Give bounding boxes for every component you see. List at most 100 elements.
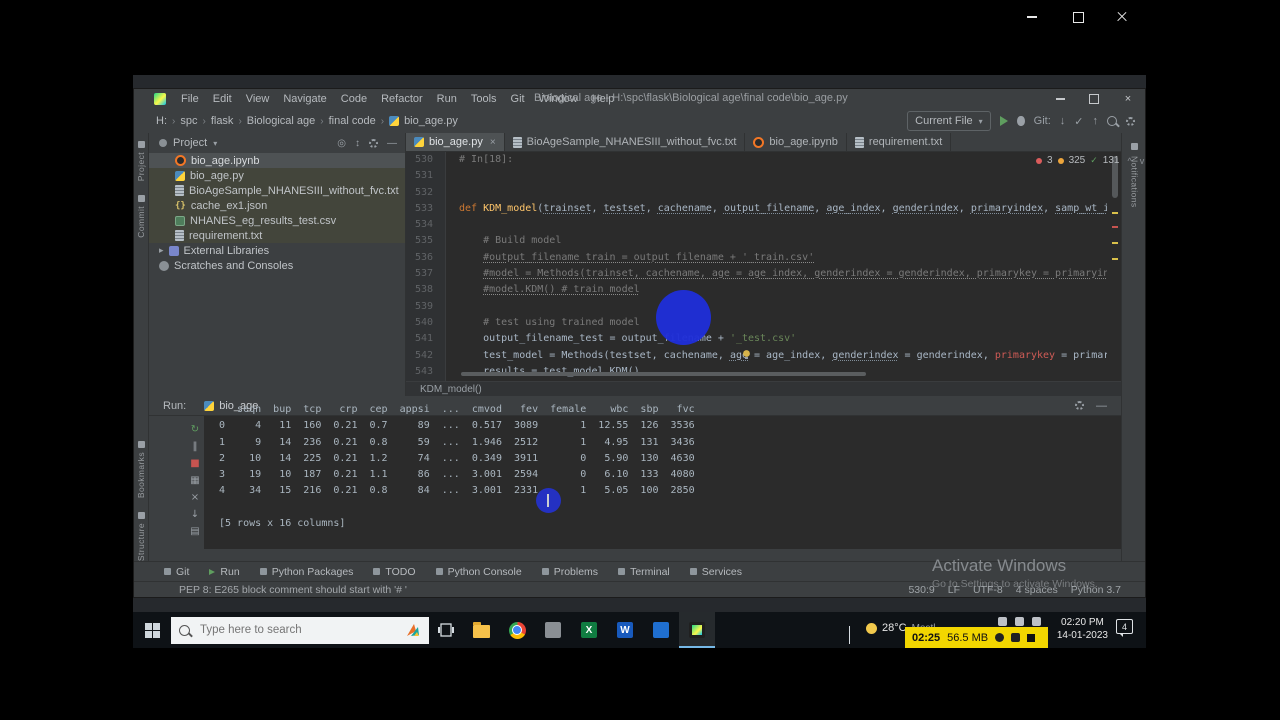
run-console[interactable]: seqn bup tcp crp cep appsi ... cmvod fev… bbox=[219, 402, 1091, 547]
toolwindow-git[interactable]: Git bbox=[164, 566, 189, 578]
stripe-tab-structure[interactable]: Structure bbox=[136, 512, 146, 561]
stop-record-icon[interactable] bbox=[1027, 633, 1036, 642]
tray-show-hidden-icons[interactable] bbox=[849, 626, 850, 645]
pause-icon[interactable]: ‖ bbox=[188, 439, 202, 453]
breadcrumb-item[interactable]: spc bbox=[180, 115, 197, 127]
git-update-icon[interactable]: ↓ bbox=[1060, 115, 1066, 127]
prev-problem-icon[interactable]: ^ bbox=[1127, 156, 1131, 166]
search-icon[interactable] bbox=[1107, 116, 1117, 126]
status-segment[interactable]: UTF-8 bbox=[973, 584, 1003, 596]
menu-item-refactor[interactable]: Refactor bbox=[374, 93, 430, 105]
start-button[interactable] bbox=[133, 612, 171, 648]
breadcrumb-item[interactable]: Biological age bbox=[247, 115, 316, 127]
task-view-button[interactable] bbox=[429, 612, 463, 648]
project-item[interactable]: {} cache_ex1.json bbox=[149, 198, 405, 213]
stripe-tab-commit[interactable]: Commit bbox=[136, 195, 146, 238]
project-item[interactable]: bio_age.py bbox=[149, 168, 405, 183]
expand-collapse-icon[interactable]: ↕ bbox=[355, 138, 360, 149]
mic-icon[interactable] bbox=[995, 633, 1005, 642]
run-configuration-dropdown[interactable]: Current File ▾ bbox=[907, 111, 991, 131]
video-close-button[interactable] bbox=[1100, 4, 1144, 30]
menu-item-view[interactable]: View bbox=[239, 93, 277, 105]
taskbar-file-explorer[interactable] bbox=[463, 612, 499, 648]
tab-bio_age.py[interactable]: bio_age.py × bbox=[406, 133, 505, 151]
intention-bulb-icon[interactable] bbox=[741, 349, 752, 360]
taskbar-excel[interactable]: X bbox=[571, 612, 607, 648]
webcam-icon[interactable] bbox=[1011, 633, 1021, 642]
breadcrumb-item[interactable]: H: bbox=[156, 115, 167, 127]
settings-gear-icon[interactable] bbox=[1126, 116, 1135, 126]
project-item[interactable]: BioAgeSample_NHANESIII_without_fvc.txt bbox=[149, 183, 405, 198]
print-icon[interactable]: ▤ bbox=[188, 524, 202, 538]
project-item[interactable]: NHANES_eg_results_test.csv bbox=[149, 213, 405, 228]
breadcrumb-method[interactable]: KDM_model() bbox=[420, 384, 482, 395]
toolwindow-terminal[interactable]: Terminal bbox=[618, 566, 670, 578]
tab-BioAgeSample_NHANESIII_without_fvc.txt[interactable]: BioAgeSample_NHANESIII_without_fvc.txt bbox=[505, 133, 746, 151]
next-problem-icon[interactable]: v bbox=[1140, 156, 1145, 166]
ide-close-button[interactable]: × bbox=[1111, 89, 1145, 109]
code-editor[interactable]: 530 531 532 533 534 535 536 537 538 539 540 541 542 5… bbox=[406, 152, 1121, 381]
toolwindow-todo[interactable]: TODO bbox=[373, 566, 416, 578]
clear-icon[interactable]: × bbox=[188, 490, 202, 504]
project-panel-header[interactable]: Project ▾ ◎ ↕ — bbox=[149, 133, 405, 153]
project-item[interactable]: bio_age.ipynb bbox=[149, 153, 405, 168]
tab-requirement.txt[interactable]: requirement.txt bbox=[847, 133, 952, 151]
project-item[interactable]: requirement.txt bbox=[149, 228, 405, 243]
battery-icon[interactable] bbox=[1032, 617, 1041, 626]
scroll-to-end-icon[interactable]: ↓ bbox=[188, 507, 202, 521]
debug-icon[interactable] bbox=[1016, 116, 1025, 126]
menu-item-edit[interactable]: Edit bbox=[206, 93, 239, 105]
taskbar-app-gray[interactable] bbox=[535, 612, 571, 648]
inspections-widget[interactable]: 3 325 ✓ 131 ^ v bbox=[1036, 155, 1144, 166]
status-segment[interactable]: LF bbox=[948, 584, 960, 596]
ide-maximize-button[interactable] bbox=[1077, 89, 1111, 109]
menu-item-navigate[interactable]: Navigate bbox=[276, 93, 333, 105]
toolwindow-services[interactable]: Services bbox=[689, 566, 742, 578]
hide-panel-icon[interactable]: — bbox=[387, 138, 397, 149]
toolwindow-python-packages[interactable]: Python Packages bbox=[259, 566, 353, 578]
stop-icon[interactable]: ■ bbox=[188, 456, 202, 470]
stripe-tab-bookmarks[interactable]: Bookmarks bbox=[136, 441, 146, 498]
hide-run-panel-icon[interactable]: — bbox=[1096, 400, 1107, 412]
menu-item-run[interactable]: Run bbox=[430, 93, 464, 105]
close-icon[interactable]: × bbox=[490, 137, 496, 148]
search-input[interactable] bbox=[198, 623, 372, 637]
project-item[interactable]: ▸ External Libraries bbox=[149, 243, 405, 258]
menu-item-tools[interactable]: Tools bbox=[464, 93, 504, 105]
menu-item-code[interactable]: Code bbox=[334, 93, 374, 105]
tab-bio_age.ipynb[interactable]: bio_age.ipynb bbox=[745, 133, 847, 151]
vertical-scrollbar[interactable] bbox=[1111, 154, 1119, 379]
project-item[interactable]: Scratches and Consoles bbox=[149, 258, 405, 273]
taskbar-word[interactable]: W bbox=[607, 612, 643, 648]
restore-layout-icon[interactable]: ▦ bbox=[188, 473, 202, 487]
run-icon[interactable] bbox=[999, 116, 1008, 126]
taskbar-search-box[interactable] bbox=[171, 616, 429, 644]
status-segment[interactable]: 530:9 bbox=[908, 584, 934, 596]
notifications-icon[interactable] bbox=[1131, 143, 1138, 150]
breadcrumb-item[interactable]: final code bbox=[329, 115, 376, 127]
horizontal-scrollbar[interactable] bbox=[461, 372, 866, 376]
locate-file-icon[interactable]: ◎ bbox=[337, 138, 346, 149]
status-segment[interactable]: Python 3.7 bbox=[1071, 584, 1121, 596]
toolwindow-run[interactable]: Run bbox=[209, 566, 240, 578]
stripe-tab-project[interactable]: Project bbox=[136, 141, 146, 181]
panel-settings-icon[interactable] bbox=[369, 138, 378, 148]
breadcrumb-item[interactable]: bio_age.py bbox=[404, 115, 458, 127]
network-icon[interactable] bbox=[1015, 617, 1024, 626]
menu-item-file[interactable]: File bbox=[174, 93, 206, 105]
git-push-icon[interactable]: ↑ bbox=[1093, 115, 1099, 127]
taskbar-clock[interactable]: 02:20 PM 14-01-2023 bbox=[1057, 616, 1108, 642]
taskbar-pycharm[interactable] bbox=[679, 612, 715, 648]
rerun-icon[interactable]: ↻ bbox=[188, 422, 202, 436]
taskbar-app-blue[interactable] bbox=[643, 612, 679, 648]
toolwindow-python-console[interactable]: Python Console bbox=[435, 566, 522, 578]
ide-minimize-button[interactable] bbox=[1043, 89, 1077, 109]
action-center-button[interactable]: 4 bbox=[1116, 619, 1142, 641]
volume-icon[interactable] bbox=[998, 617, 1007, 626]
video-minimize-button[interactable] bbox=[1010, 4, 1054, 30]
video-restore-button[interactable] bbox=[1056, 4, 1100, 30]
git-commit-icon[interactable]: ✓ bbox=[1074, 115, 1083, 128]
toolwindow-problems[interactable]: Problems bbox=[541, 566, 598, 578]
breadcrumb-item[interactable]: flask bbox=[211, 115, 234, 127]
taskbar-chrome[interactable] bbox=[499, 612, 535, 648]
